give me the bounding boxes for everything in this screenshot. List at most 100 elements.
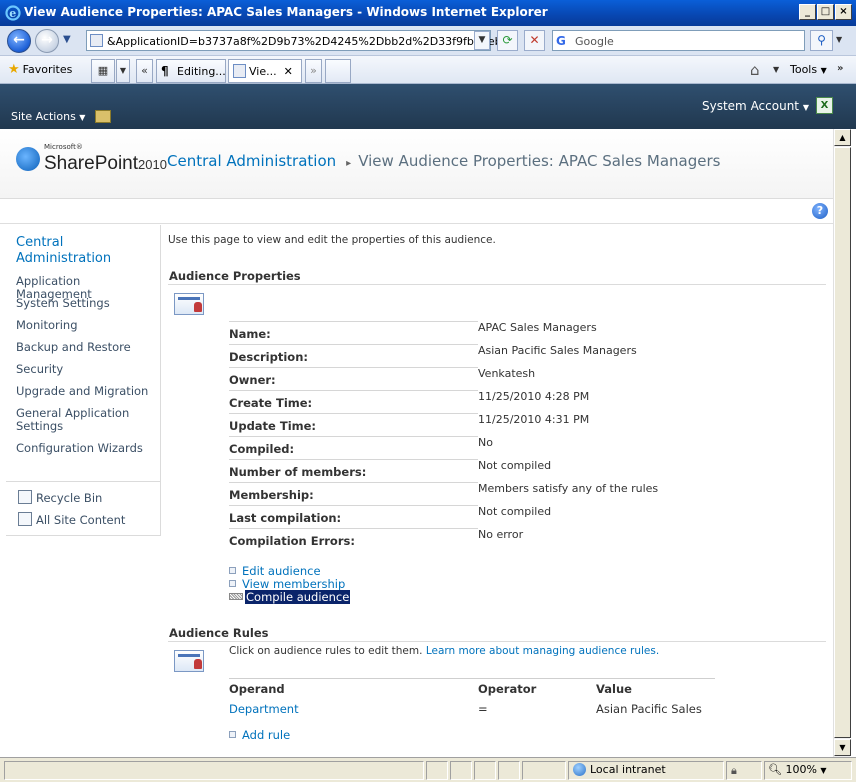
audience-rules-heading: Audience Rules (169, 626, 269, 640)
tab-view[interactable]: Vie... ✕ (228, 59, 302, 83)
rules-header-operand: Operand (229, 682, 285, 696)
sharepoint-page-icon: ¶ (161, 64, 169, 78)
vertical-scrollbar[interactable]: ▲ ▼ (833, 129, 851, 757)
refresh-button[interactable]: ⟳ (497, 30, 518, 51)
scroll-up-icon[interactable]: ▲ (834, 129, 851, 146)
close-window-button[interactable]: × (835, 4, 852, 20)
quick-tabs-button[interactable]: ▦ (91, 59, 115, 83)
tools-menu[interactable]: Tools ▼ (790, 63, 827, 76)
favorites-button[interactable]: ★ Favorites (8, 62, 72, 77)
breadcrumb-root-link[interactable]: Central Administration (167, 152, 336, 170)
favorites-bar: ★ Favorites ▦ ▼ « ¶ Editing... Vie... ✕ » … (0, 56, 856, 84)
status-segment (474, 761, 496, 780)
history-dropdown-icon[interactable]: ▼ (63, 34, 71, 45)
more-tools-icon[interactable]: » (837, 63, 843, 74)
tab-editing[interactable]: ¶ Editing... (156, 59, 226, 83)
maximize-button[interactable]: □ (817, 4, 834, 20)
scrollbar-thumb[interactable] (834, 147, 851, 738)
help-icon[interactable]: ? (812, 203, 828, 219)
address-dropdown-button[interactable]: ▼ (474, 31, 490, 50)
zoom-icon: 🔍︎ (768, 763, 782, 776)
property-value-compilation-errors: No error (478, 528, 524, 541)
property-row-owner: Owner: (229, 367, 478, 390)
search-options-icon[interactable]: ▼ (836, 35, 842, 44)
view-membership-link[interactable]: View membership (229, 577, 345, 591)
new-tab-button[interactable] (325, 59, 351, 83)
recycle-bin-link[interactable]: Recycle Bin (36, 491, 102, 505)
audience-rules-icon (174, 650, 204, 672)
site-actions-menu[interactable]: Site Actions ▼ (11, 110, 85, 123)
account-menu[interactable]: System Account ▼ (702, 99, 809, 113)
property-row-compilation-errors: Compilation Errors: (229, 528, 478, 551)
property-row-membership: Membership: (229, 482, 478, 505)
property-value-number-of-members: Not compiled (478, 459, 552, 472)
internet-explorer-icon: e (5, 5, 21, 21)
back-button[interactable]: ← (7, 29, 31, 53)
home-icon[interactable]: ⌂ (750, 61, 760, 79)
property-value-create-time: 11/25/2010 4:28 PM (478, 390, 590, 403)
all-site-content-icon (18, 512, 32, 526)
nav-item-security[interactable]: Security (16, 363, 159, 376)
home-dropdown-icon[interactable]: ▼ (773, 65, 779, 74)
stop-icon: ✕ (529, 33, 540, 47)
all-site-content-link[interactable]: All Site Content (36, 513, 125, 527)
tab-list-button[interactable]: ▼ (116, 59, 130, 83)
zoom-level[interactable]: 🔍︎ 100% ▼ (768, 763, 827, 776)
compile-audience-link[interactable]: Compile audience (229, 590, 351, 604)
nav-heading-central-administration[interactable]: Central Administration (16, 235, 156, 267)
scroll-down-icon[interactable]: ▼ (834, 739, 851, 756)
status-segment (498, 761, 520, 780)
breadcrumb: Central Administration ▸ View Audience Pro… (167, 152, 720, 170)
property-row-create-time: Create Time: (229, 390, 478, 413)
scroll-tabs-left[interactable]: « (136, 59, 153, 83)
page-icon (90, 34, 103, 47)
property-row-number-of-members: Number of members: (229, 459, 478, 482)
page-title: View Audience Properties: APAC Sales Man… (358, 152, 721, 170)
stop-button[interactable]: ✕ (524, 30, 545, 51)
excel-options-icon[interactable]: X (816, 97, 833, 114)
rule-value: Asian Pacific Sales (596, 702, 702, 716)
google-icon: G (556, 34, 566, 48)
property-row-last-compilation: Last compilation: (229, 505, 478, 528)
nav-item-system-settings[interactable]: System Settings (16, 297, 159, 310)
bullet-icon (229, 567, 236, 574)
rule-operand-link[interactable]: Department (229, 702, 299, 716)
audience-properties-icon (174, 293, 204, 315)
svg-text:e: e (9, 7, 16, 20)
property-row-description: Description: (229, 344, 478, 367)
sharepoint-logo-icon (16, 147, 40, 171)
lock-icon: 🔒︎ (731, 764, 737, 777)
nav-item-configuration-wizards[interactable]: Configuration Wizards (16, 442, 159, 455)
security-zone[interactable]: Local intranet (573, 762, 666, 777)
minimize-button[interactable]: _ (799, 4, 816, 20)
window-title-bar: e View Audience Properties: APAC Sales M… (0, 0, 856, 26)
learn-more-rules-link[interactable]: Learn more about managing audience rules… (426, 645, 659, 657)
refresh-icon: ⟳ (502, 33, 513, 47)
add-rule-link[interactable]: Add rule (229, 728, 290, 742)
sharepoint-ribbon: Site Actions ▼ System Account ▼ X (0, 84, 856, 129)
main-content: Use this page to view and edit the prope… (168, 225, 828, 755)
scroll-tabs-right[interactable]: » (305, 59, 322, 83)
property-row-compiled: Compiled: (229, 436, 478, 459)
nav-item-monitoring[interactable]: Monitoring (16, 319, 159, 332)
close-tab-icon[interactable]: ✕ (284, 65, 293, 78)
nav-item-upgrade-and-migration[interactable]: Upgrade and Migration (16, 385, 159, 398)
address-text: &ApplicationID=b3737a8f%2D9b73%2D4245%2D… (107, 35, 516, 48)
nav-item-backup-and-restore[interactable]: Backup and Restore (16, 341, 159, 354)
back-arrow-icon: ← (13, 32, 25, 48)
property-value-last-compilation: Not compiled (478, 505, 552, 518)
property-value-compiled: No (478, 436, 493, 449)
nav-item-general-application-settings[interactable]: General Application Settings (16, 407, 134, 433)
search-button[interactable]: ⚲ (810, 30, 833, 51)
magnifier-icon: ⚲ (817, 33, 826, 47)
page-title-area: Microsoft® SharePoint2010 Central Admini… (0, 129, 833, 199)
rules-table-divider (229, 678, 715, 679)
edit-audience-link[interactable]: Edit audience (229, 564, 321, 578)
tools-dropdown-icon: ▼ (820, 66, 827, 75)
recycle-bin-icon (18, 490, 32, 504)
search-field[interactable]: G Google (552, 30, 805, 51)
forward-button[interactable]: → (35, 29, 59, 53)
navigate-up-icon[interactable] (95, 110, 111, 123)
address-field[interactable]: &ApplicationID=b3737a8f%2D9b73%2D4245%2D… (86, 30, 515, 51)
globe-icon (573, 762, 586, 776)
